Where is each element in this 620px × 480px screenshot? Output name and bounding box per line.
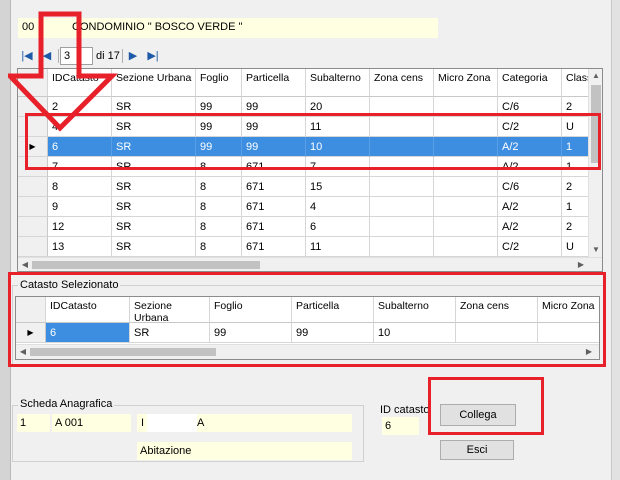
anagrafica-name-field: I A bbox=[137, 414, 352, 432]
scroll-right-icon[interactable]: ▶ bbox=[576, 260, 586, 269]
scroll-left-icon[interactable]: ◀ bbox=[20, 260, 30, 269]
cell-foglio[interactable]: 8 bbox=[196, 177, 242, 197]
annotation-highlight-selected-grid bbox=[8, 272, 606, 367]
cell-sezione[interactable]: SR bbox=[112, 177, 196, 197]
grid-horizontal-scrollbar[interactable]: ◀ ▶ bbox=[18, 257, 602, 271]
cell-zona-cens[interactable] bbox=[370, 177, 434, 197]
cell-micro-zona[interactable] bbox=[434, 197, 498, 217]
anagrafica-name-redaction bbox=[147, 414, 197, 432]
scheda-anagrafica-label: Scheda Anagrafica bbox=[18, 398, 115, 410]
annotation-highlight-collega bbox=[428, 377, 544, 435]
next-record-icon[interactable]: ▶ bbox=[124, 47, 142, 65]
window-right-edge bbox=[611, 0, 620, 480]
cell-subalterno[interactable]: 15 bbox=[306, 177, 370, 197]
table-row[interactable]: 9 SR 8 671 4 A/2 1 bbox=[18, 197, 592, 217]
cell-sezione[interactable]: SR bbox=[112, 217, 196, 237]
cell-particella[interactable]: 671 bbox=[242, 217, 306, 237]
cell-zona-cens[interactable] bbox=[370, 237, 434, 257]
column-header-particella[interactable]: Particella bbox=[242, 69, 306, 97]
cell-zona-cens[interactable] bbox=[370, 197, 434, 217]
annotation-arrow-icon bbox=[8, 11, 119, 132]
last-record-icon[interactable]: ▶| bbox=[144, 47, 162, 65]
cell-subalterno[interactable]: 6 bbox=[306, 217, 370, 237]
scroll-up-icon[interactable]: ▲ bbox=[589, 71, 602, 80]
cell-subalterno[interactable]: 4 bbox=[306, 197, 370, 217]
anagrafica-id-field: 1 bbox=[17, 414, 50, 432]
esci-button[interactable]: Esci bbox=[440, 440, 514, 460]
cell-micro-zona[interactable] bbox=[434, 217, 498, 237]
anagrafica-tipo-field: Abitazione bbox=[137, 442, 352, 460]
cell-idcatasto[interactable]: 13 bbox=[48, 237, 112, 257]
column-header-zona-cens[interactable]: Zona cens bbox=[370, 69, 434, 97]
cell-categoria[interactable]: A/2 bbox=[498, 197, 562, 217]
id-catasto-label: ID catasto bbox=[380, 404, 430, 416]
cell-sezione[interactable]: SR bbox=[112, 237, 196, 257]
cell-foglio[interactable]: 8 bbox=[196, 237, 242, 257]
cell-micro-zona[interactable] bbox=[434, 237, 498, 257]
cell-micro-zona[interactable] bbox=[434, 177, 498, 197]
cell-foglio[interactable]: 8 bbox=[196, 197, 242, 217]
cell-zona-cens[interactable] bbox=[370, 217, 434, 237]
column-header-sezione-urbana[interactable]: Sezione Urbana bbox=[112, 69, 196, 97]
anagrafica-code-field: A 001 bbox=[52, 414, 131, 432]
horizontal-scroll-thumb[interactable] bbox=[32, 261, 260, 269]
anagrafica-name-initial: I bbox=[141, 417, 145, 429]
table-row[interactable]: 13 SR 8 671 11 C/2 U bbox=[18, 237, 592, 257]
anagrafica-name-suffix: A bbox=[197, 417, 205, 429]
cell-particella[interactable]: 671 bbox=[242, 177, 306, 197]
row-header[interactable] bbox=[18, 237, 48, 257]
row-header[interactable] bbox=[18, 217, 48, 237]
cell-particella[interactable]: 671 bbox=[242, 197, 306, 217]
cell-idcatasto[interactable]: 8 bbox=[48, 177, 112, 197]
cell-subalterno[interactable]: 11 bbox=[306, 237, 370, 257]
cell-particella[interactable]: 671 bbox=[242, 237, 306, 257]
cell-sezione[interactable]: SR bbox=[112, 197, 196, 217]
column-header-subalterno[interactable]: Subalterno bbox=[306, 69, 370, 97]
cell-idcatasto[interactable]: 12 bbox=[48, 217, 112, 237]
cell-foglio[interactable]: 8 bbox=[196, 217, 242, 237]
row-header[interactable] bbox=[18, 177, 48, 197]
table-row[interactable]: 8 SR 8 671 15 C/6 2 bbox=[18, 177, 592, 197]
column-header-categoria[interactable]: Categoria bbox=[498, 69, 562, 97]
column-header-foglio[interactable]: Foglio bbox=[196, 69, 242, 97]
cell-categoria[interactable]: C/6 bbox=[498, 177, 562, 197]
navigator-separator bbox=[122, 49, 123, 63]
cell-categoria[interactable]: A/2 bbox=[498, 217, 562, 237]
row-header[interactable] bbox=[18, 197, 48, 217]
scroll-down-icon[interactable]: ▼ bbox=[589, 245, 602, 254]
id-catasto-field: 6 bbox=[382, 417, 419, 435]
table-row[interactable]: 12 SR 8 671 6 A/2 2 bbox=[18, 217, 592, 237]
cell-categoria[interactable]: C/2 bbox=[498, 237, 562, 257]
cell-idcatasto[interactable]: 9 bbox=[48, 197, 112, 217]
column-header-micro-zona[interactable]: Micro Zona bbox=[434, 69, 498, 97]
